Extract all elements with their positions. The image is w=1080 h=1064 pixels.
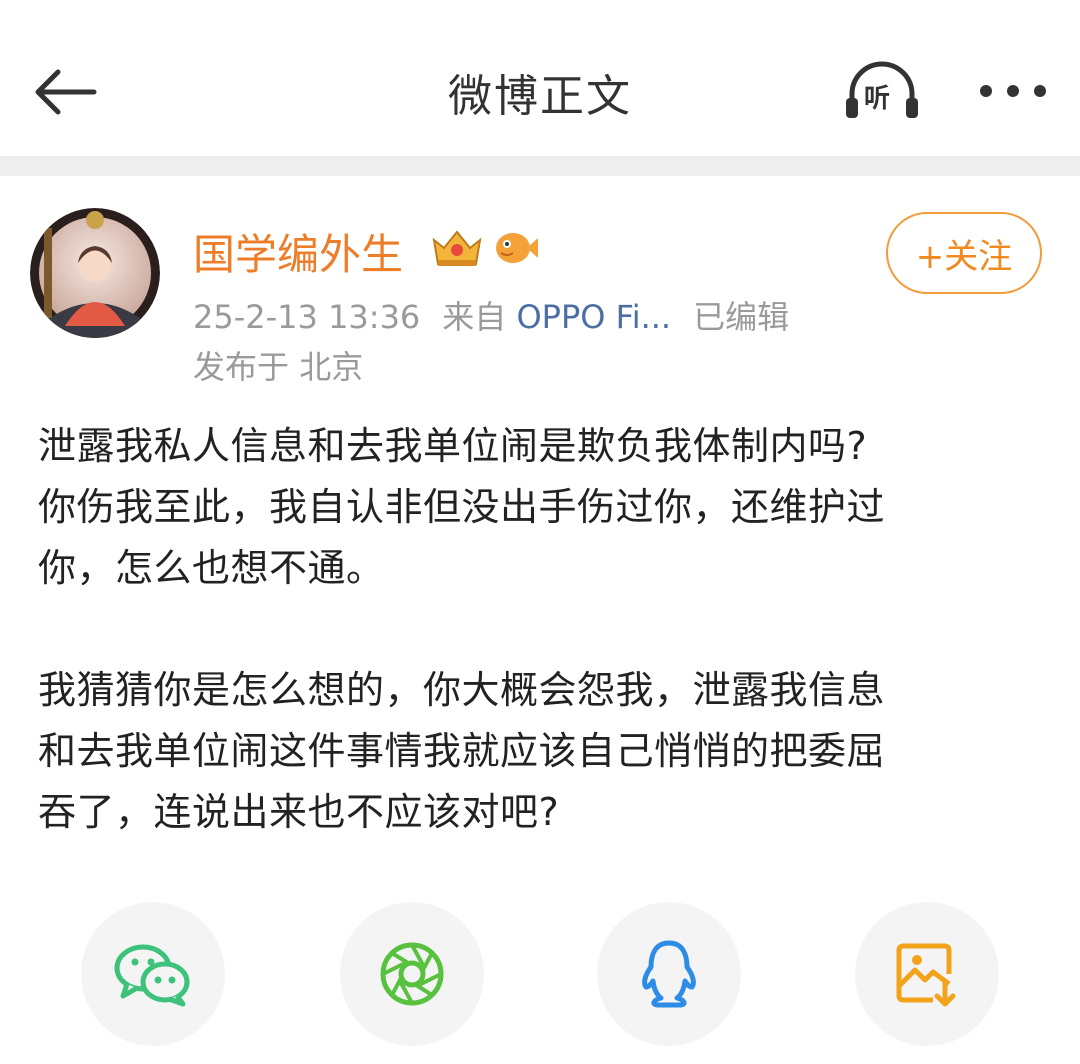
post-timestamp: 25-2-13 13:36: [193, 298, 421, 336]
source-prefix: 来自: [442, 298, 507, 336]
share-wechat-button[interactable]: [81, 902, 225, 1046]
post-line: 我猜猜你是怎么想的，你大概会怨我，泄露我信息: [38, 668, 886, 712]
more-button[interactable]: [976, 76, 1050, 106]
more-dots-icon: [980, 85, 1046, 97]
crown-badge-icon: [432, 230, 482, 266]
wechat-icon: [114, 944, 190, 1007]
avatar-image: [30, 208, 160, 338]
section-divider: [0, 156, 1080, 176]
post-line: 泄露我私人信息和去我单位闹是欺负我体制内吗?: [38, 424, 868, 468]
location-prefix: 发布于: [193, 348, 290, 386]
moments-icon: [380, 942, 444, 1006]
post-line-blank: [38, 599, 1048, 660]
location-value: 北京: [299, 348, 364, 386]
avatar[interactable]: [30, 208, 160, 338]
save-image-icon: [896, 943, 956, 1007]
top-bar: 微博正文 听: [0, 0, 1080, 156]
share-save-image-button[interactable]: [855, 902, 999, 1046]
edited-label: 已编辑: [693, 298, 790, 336]
qq-icon: [642, 940, 696, 1008]
author-name[interactable]: 国学编外生: [193, 221, 403, 282]
listen-label: 听: [864, 84, 891, 114]
post-line: 吞了，连说出来也不应该对吧?: [38, 790, 560, 834]
post-location: 发布于 北京: [193, 342, 363, 388]
source-device-link[interactable]: OPPO Fi...: [516, 298, 671, 336]
follow-button[interactable]: +关注: [886, 212, 1042, 294]
listen-button[interactable]: 听: [842, 60, 922, 122]
share-qq-button[interactable]: [597, 902, 741, 1046]
post-line: 你，怎么也想不通。: [38, 546, 385, 590]
post-line: 和去我单位闹这件事情我就应该自己悄悄的把委屈: [38, 729, 886, 773]
fish-badge-icon: [496, 233, 538, 263]
post-body: 泄露我私人信息和去我单位闹是欺负我体制内吗? 你伤我至此，我自认非但没出手伤过你…: [38, 416, 1048, 843]
post-line: 你伤我至此，我自认非但没出手伤过你，还维护过: [38, 485, 886, 529]
share-moments-button[interactable]: [340, 902, 484, 1046]
post-meta: 25-2-13 13:36 来自 OPPO Fi... 已编辑: [193, 292, 789, 338]
